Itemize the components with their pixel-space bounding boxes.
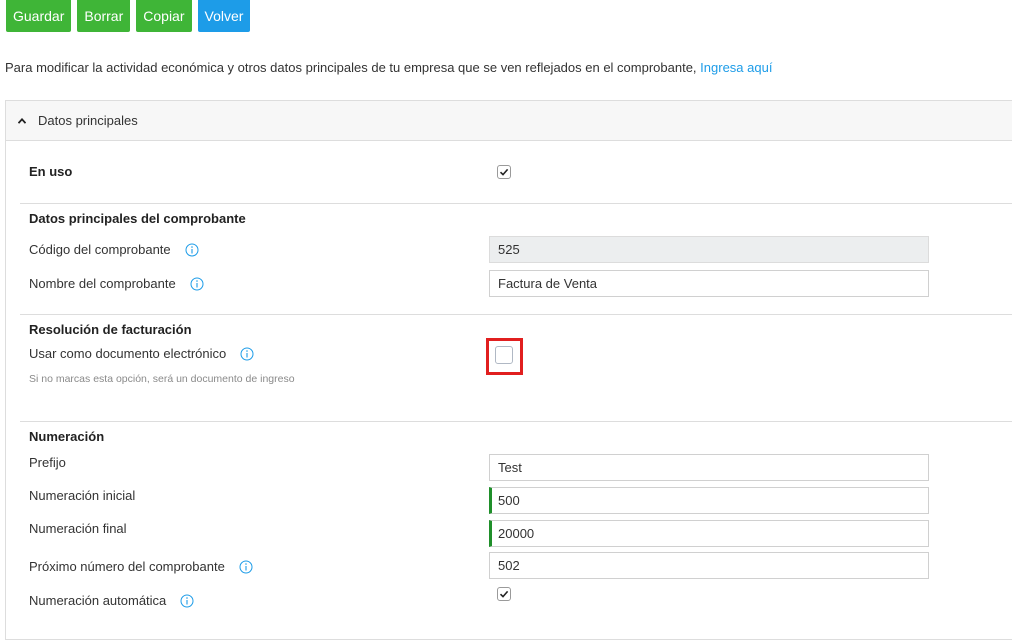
final-number-label: Numeración final [29,521,127,536]
numbering-heading: Numeración [29,429,105,444]
next-number-label-row: Próximo número del comprobante [29,559,253,574]
back-button[interactable]: Volver [197,0,251,32]
intro-text: Para modificar la actividad económica y … [5,60,772,75]
auto-numbering-checkbox[interactable] [497,587,511,601]
code-input: 525 [489,236,929,263]
name-label-row: Nombre del comprobante [29,276,204,291]
code-label: Código del comprobante [29,242,171,257]
next-number-label: Próximo número del comprobante [29,559,225,574]
next-number-input[interactable]: 502 [489,552,929,579]
electronic-label: Usar como documento electrónico [29,346,227,361]
prefix-input[interactable]: Test [489,454,929,481]
electronic-label-row: Usar como documento electrónico [29,346,254,361]
main-data-heading: Datos principales del comprobante [29,211,246,226]
code-label-row: Código del comprobante [29,242,199,257]
electronic-hint: Si no marcas esta opción, será un docume… [29,373,295,385]
panel-header[interactable]: Datos principales [6,101,1012,141]
edit-company-link[interactable]: Ingresa aquí [700,60,772,75]
chevron-up-icon [18,117,26,124]
in-use-label: En uso [29,164,73,179]
electronic-document-checkbox[interactable] [495,346,513,364]
in-use-checkbox[interactable] [497,165,511,179]
divider [20,314,1012,315]
info-icon[interactable] [190,277,204,291]
info-icon[interactable] [185,243,199,257]
copy-button[interactable]: Copiar [136,0,192,32]
info-icon[interactable] [180,594,194,608]
name-input[interactable]: Factura de Venta [489,270,929,297]
panel-title: Datos principales [38,113,138,128]
prefix-label: Prefijo [29,455,66,470]
info-icon[interactable] [239,560,253,574]
info-icon[interactable] [240,347,254,361]
initial-number-label: Numeración inicial [29,488,136,503]
toolbar: Guardar Borrar Copiar Volver [6,0,251,32]
initial-number-input[interactable]: 500 [489,487,929,514]
auto-numbering-label-row: Numeración automática [29,593,194,608]
name-label: Nombre del comprobante [29,276,176,291]
save-button[interactable]: Guardar [6,0,72,32]
auto-numbering-label: Numeración automática [29,593,167,608]
resolution-heading: Resolución de facturación [29,322,192,337]
intro-message: Para modificar la actividad económica y … [5,60,701,75]
final-number-input[interactable]: 20000 [489,520,929,547]
divider [20,203,1012,204]
divider [20,421,1012,422]
delete-button[interactable]: Borrar [77,0,131,32]
